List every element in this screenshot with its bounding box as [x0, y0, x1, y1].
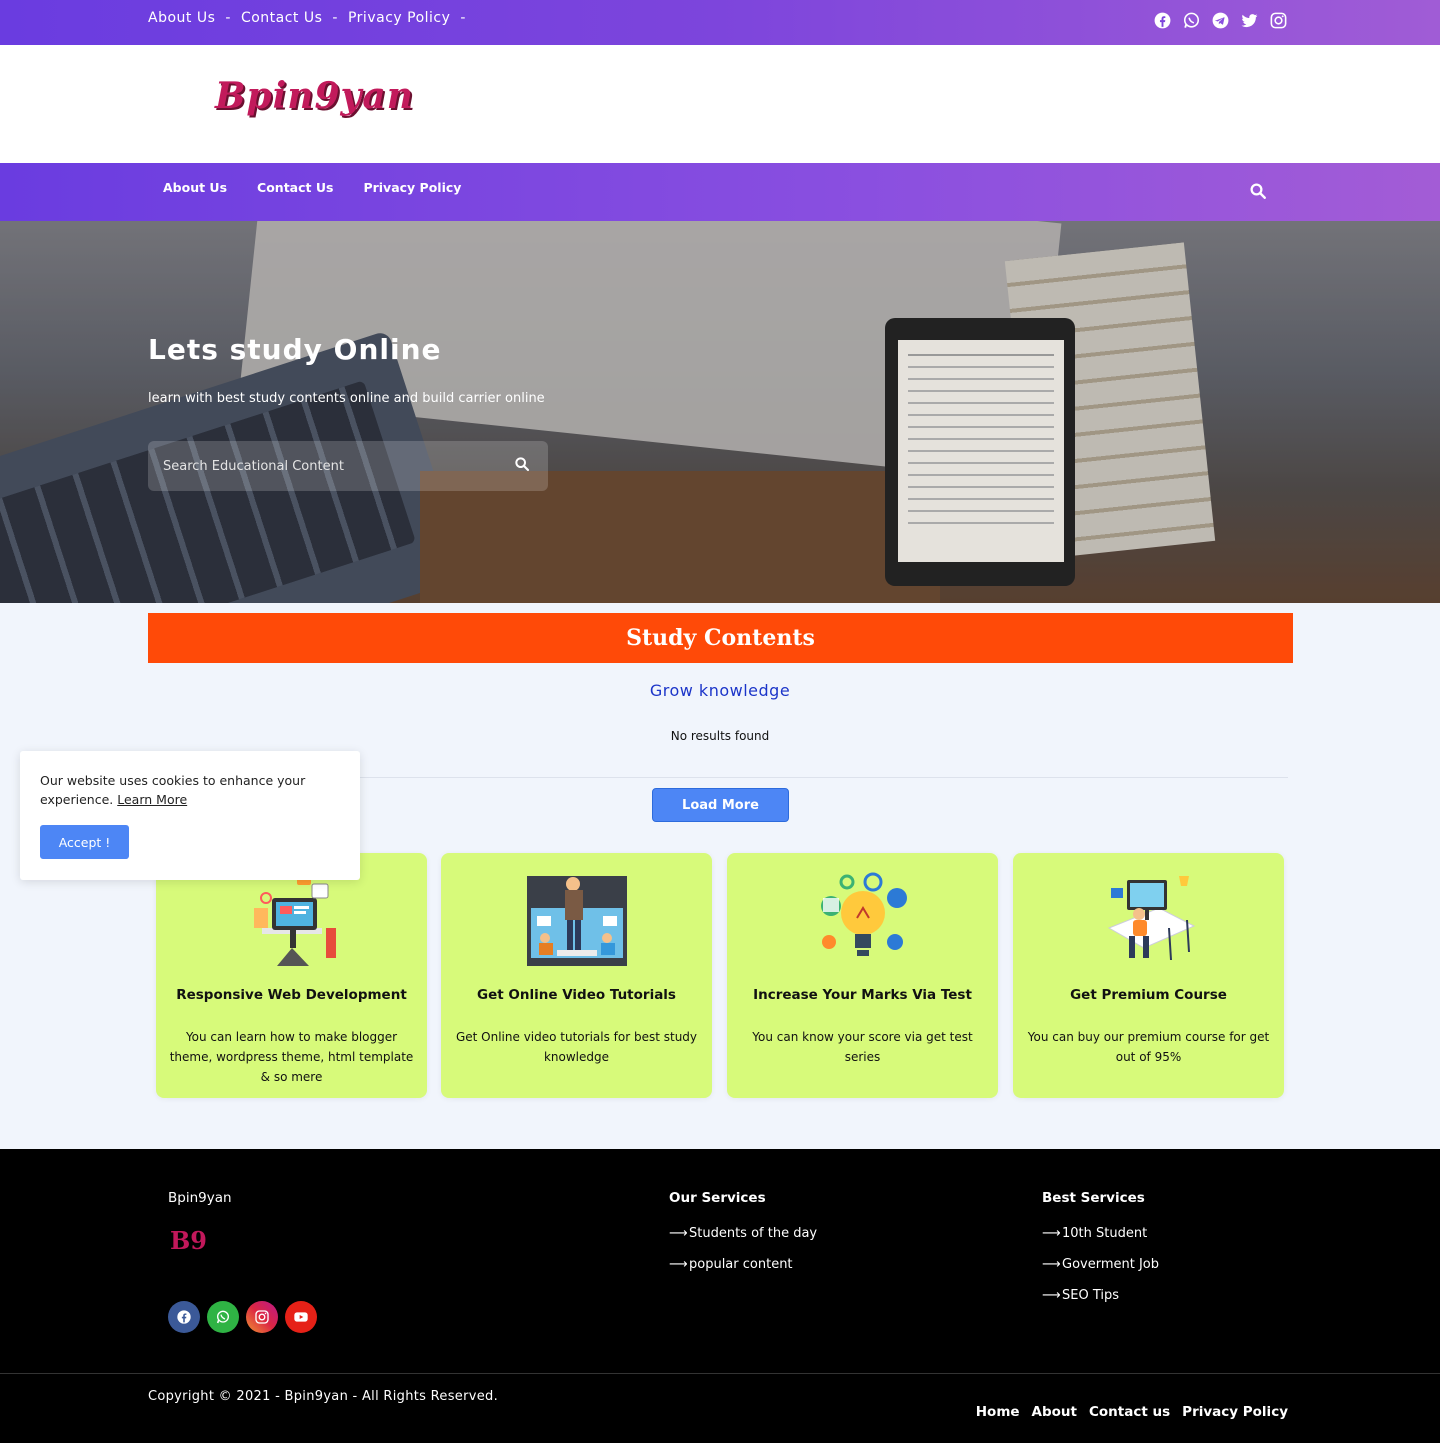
hero-subtitle: learn with best study contents online an…: [148, 391, 545, 406]
footer-link[interactable]: ⟶ Goverment Job: [1042, 1257, 1159, 1288]
nav-link-about[interactable]: About Us: [163, 180, 227, 195]
card-text: Get Online video tutorials for best stud…: [455, 1030, 698, 1064]
service-card[interactable]: Get Premium Course You can buy our premi…: [1013, 853, 1284, 1098]
site-logo[interactable]: Bpin9yan: [215, 75, 414, 117]
whatsapp-icon[interactable]: [1182, 11, 1201, 30]
footer-link-label: Goverment Job: [1062, 1257, 1160, 1272]
footer-link-about[interactable]: About: [1032, 1404, 1077, 1420]
hero-title: Lets study Online: [148, 333, 442, 366]
nav-link-privacy[interactable]: Privacy Policy: [363, 180, 461, 195]
footer-logo[interactable]: B9: [170, 1226, 207, 1255]
study-contents-title: Study Contents: [626, 625, 815, 651]
facebook-icon[interactable]: [168, 1301, 200, 1333]
footer-link-label: 10th Student: [1062, 1226, 1148, 1241]
footer-link-privacy[interactable]: Privacy Policy: [1182, 1404, 1288, 1420]
study-contents-bar: Study Contents: [148, 613, 1293, 663]
hero-search-box: [148, 441, 548, 491]
cookie-banner: Our website uses cookies to enhance your…: [20, 751, 360, 880]
whatsapp-icon[interactable]: [207, 1301, 239, 1333]
footer-link-label: SEO Tips: [1062, 1288, 1120, 1303]
accept-cookies-button[interactable]: Accept !: [40, 825, 129, 859]
footer-divider: [0, 1373, 1440, 1374]
nav-link-contact[interactable]: Contact Us: [257, 180, 333, 195]
service-card[interactable]: Increase Your Marks Via Test You can kno…: [727, 853, 998, 1098]
footer-link[interactable]: ⟶ Students of the day: [669, 1226, 817, 1257]
hero-search-input[interactable]: [148, 441, 508, 491]
telegram-icon[interactable]: [1211, 11, 1230, 30]
arrow-right-icon: ⟶: [669, 1257, 688, 1272]
footer-best-column: Best Services ⟶ 10th Student ⟶ Goverment J…: [1042, 1190, 1159, 1319]
service-card[interactable]: Get Online Video Tutorials Get Online vi…: [441, 853, 712, 1098]
arrow-right-icon: ⟶: [1042, 1226, 1061, 1241]
service-card[interactable]: Responsive Web Development You can learn…: [156, 853, 427, 1098]
learn-more-link[interactable]: Learn More: [117, 792, 187, 807]
copyright-text: Copyright © 2021 - Bpin9yan - All Rights…: [148, 1389, 498, 1404]
video-tutorials-illustration: [527, 868, 627, 968]
hero-image-tablet-screen: [898, 340, 1064, 562]
section-heading: Grow knowledge: [649, 681, 791, 700]
site-header: Bpin9yan: [0, 45, 1440, 163]
card-text: You can learn how to make blogger theme,…: [169, 1030, 414, 1084]
card-title: Responsive Web Development: [176, 987, 407, 1003]
footer-brand: Bpin9yan: [168, 1190, 232, 1206]
top-social: [1153, 11, 1288, 30]
instagram-icon[interactable]: [246, 1301, 278, 1333]
arrow-right-icon: ⟶: [1042, 1257, 1061, 1272]
footer-bottom-links: Home About Contact us Privacy Policy: [976, 1404, 1288, 1420]
card-title: Get Premium Course: [1070, 987, 1227, 1003]
arrow-right-icon: ⟶: [1042, 1288, 1061, 1303]
site-footer: Bpin9yan B9 Our Services ⟶ Students of th…: [0, 1149, 1440, 1443]
search-icon[interactable]: [514, 456, 534, 476]
card-title: Get Online Video Tutorials: [477, 987, 676, 1003]
search-icon[interactable]: [1249, 182, 1269, 202]
premium-course-illustration: [1099, 868, 1199, 968]
top-link-privacy[interactable]: Privacy Policy: [348, 10, 450, 26]
footer-services-column: Our Services ⟶ Students of the day ⟶ popul…: [669, 1190, 817, 1288]
footer-link-home[interactable]: Home: [976, 1404, 1020, 1420]
footer-link-label: Students of the day: [689, 1226, 818, 1241]
twitter-icon[interactable]: [1240, 11, 1259, 30]
footer-services-title: Our Services: [669, 1190, 766, 1206]
marks-test-illustration: [813, 868, 913, 968]
load-more-button[interactable]: Load More: [652, 788, 789, 822]
card-text: You can know your score via get test ser…: [752, 1030, 973, 1064]
top-link-about[interactable]: About Us: [148, 10, 215, 26]
arrow-right-icon: ⟶: [669, 1226, 688, 1241]
hero-tablet-layer: [0, 221, 1440, 603]
footer-social: [168, 1301, 317, 1333]
footer-link[interactable]: ⟶ popular content: [669, 1257, 817, 1288]
cookie-text: Our website uses cookies to enhance your…: [40, 771, 340, 809]
footer-link-label: popular content: [689, 1257, 793, 1272]
footer-link-contact[interactable]: Contact us: [1089, 1404, 1170, 1420]
footer-best-title: Best Services: [1042, 1190, 1145, 1206]
footer-link[interactable]: ⟶ SEO Tips: [1042, 1288, 1159, 1319]
card-title: Increase Your Marks Via Test: [753, 987, 972, 1003]
separator: -: [225, 10, 231, 26]
footer-link[interactable]: ⟶ 10th Student: [1042, 1226, 1159, 1257]
no-results-text: No results found: [670, 729, 770, 743]
youtube-icon[interactable]: [285, 1301, 317, 1333]
nav-links: About Us Contact Us Privacy Policy: [163, 180, 461, 195]
main-nav: About Us Contact Us Privacy Policy: [0, 163, 1440, 221]
separator: -: [332, 10, 338, 26]
top-links: About Us - Contact Us - Privacy Policy -: [148, 10, 476, 26]
web-development-illustration: [242, 868, 342, 968]
instagram-icon[interactable]: [1269, 11, 1288, 30]
card-text: You can buy our premium course for get o…: [1027, 1030, 1270, 1064]
facebook-icon[interactable]: [1153, 11, 1172, 30]
divider: [355, 777, 1288, 778]
separator: -: [460, 10, 466, 26]
top-bar: About Us - Contact Us - Privacy Policy -: [0, 0, 1440, 45]
top-link-contact[interactable]: Contact Us: [241, 10, 322, 26]
